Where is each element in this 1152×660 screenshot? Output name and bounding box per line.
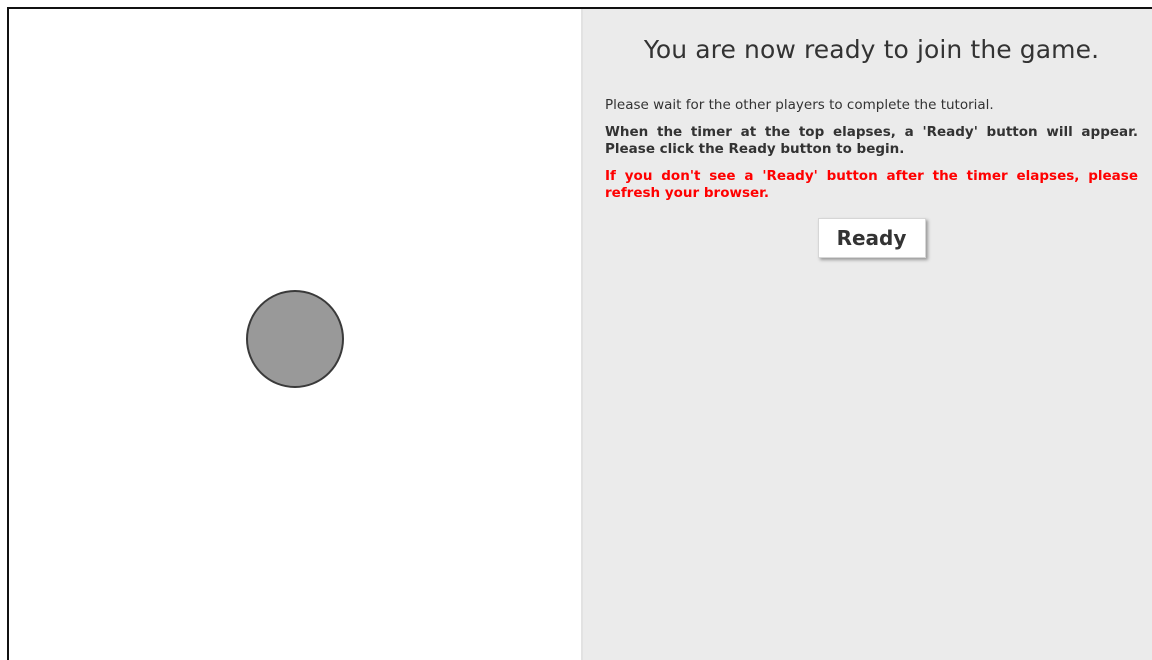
wait-message: Please wait for the other players to com… — [605, 97, 994, 113]
app-frame: You are now ready to join the game. Plea… — [7, 7, 1152, 660]
panel-title: You are now ready to join the game. — [643, 35, 1100, 64]
ready-button[interactable]: Ready — [817, 218, 926, 258]
refresh-warning: If you don't see a 'Ready' button after … — [605, 168, 1138, 201]
button-row: Ready — [605, 218, 1138, 258]
player-circle — [246, 290, 344, 388]
timer-instruction: When the timer at the top elapses, a 'Re… — [605, 124, 1138, 157]
game-area — [9, 9, 583, 660]
side-panel: You are now ready to join the game. Plea… — [583, 9, 1152, 660]
